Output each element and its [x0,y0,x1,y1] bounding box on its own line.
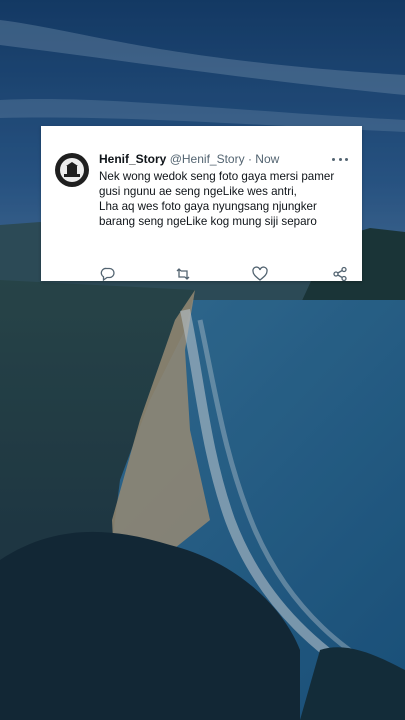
tweet-actions [99,266,349,281]
display-name[interactable]: Henif_Story [99,152,166,166]
tweet-header: Henif_Story @Henif_Story · Now [99,152,279,167]
avatar[interactable] [55,153,89,187]
more-horizontal-icon[interactable] [332,152,348,166]
user-handle[interactable]: @Henif_Story [170,152,245,166]
retweet-icon[interactable] [175,266,191,281]
tweet-text-line: Lha aq wes foto gaya nyungsang njungker … [99,200,317,228]
beach-aerial-background [0,0,405,720]
tweet-text: Nek wong wedok seng foto gaya mersi pame… [99,169,349,229]
reply-icon[interactable] [100,266,116,281]
tweet-text-line: Nek wong wedok seng foto gaya mersi pame… [99,170,335,198]
avatar-icon [64,162,80,177]
tweet-card[interactable]: Henif_Story @Henif_Story · Now Nek wong … [41,126,362,281]
share-icon[interactable] [332,266,348,281]
separator-dot: · [247,152,252,166]
heart-icon[interactable] [252,266,268,281]
timestamp[interactable]: Now [255,152,279,166]
